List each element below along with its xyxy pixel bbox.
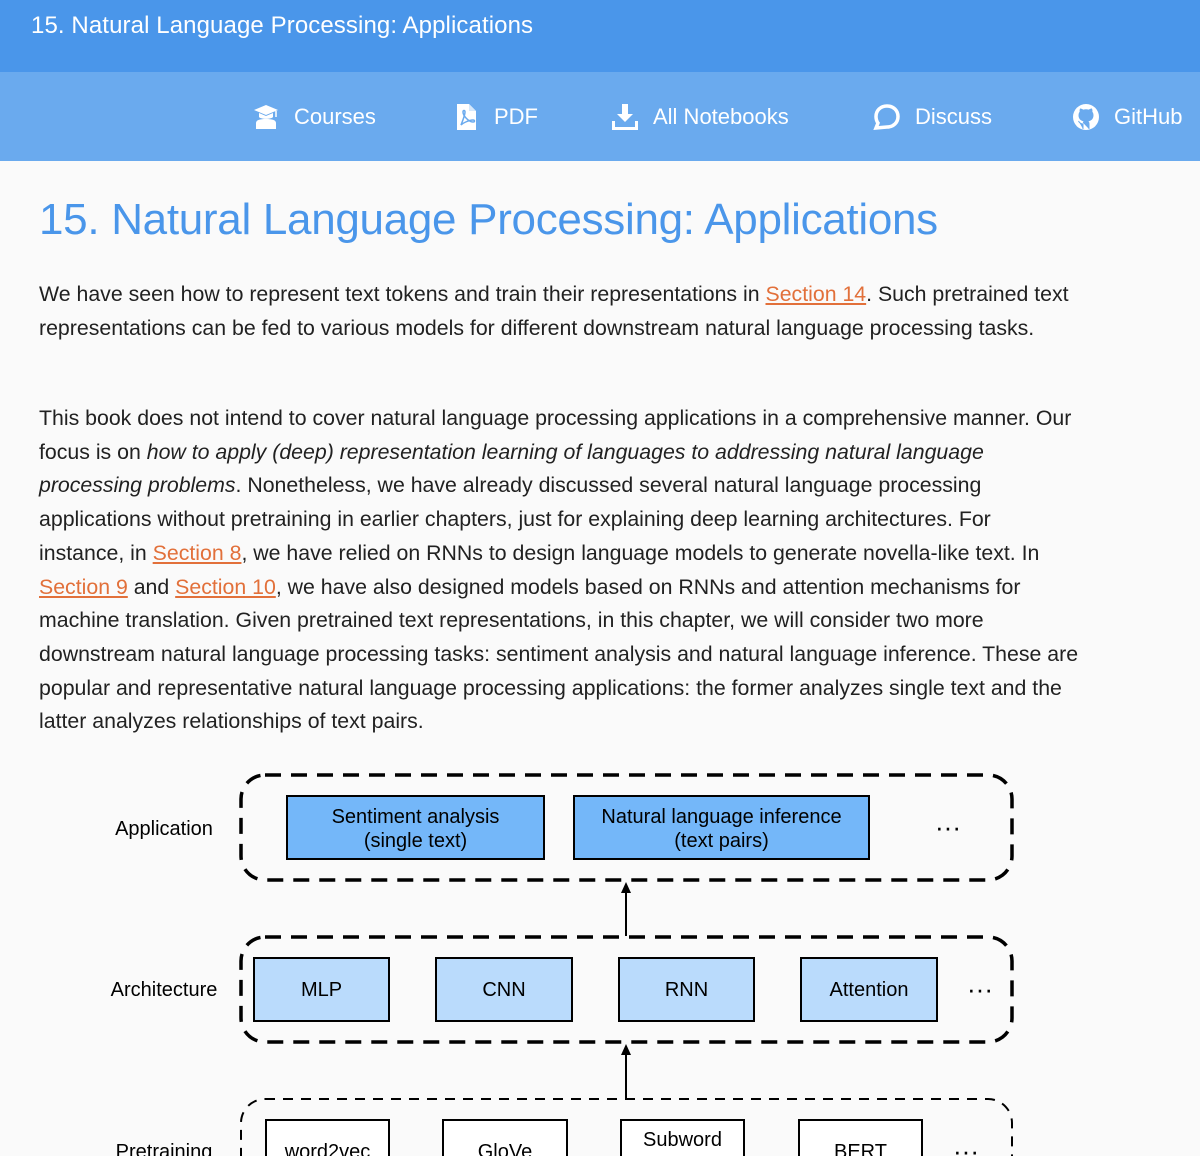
attention-label: Attention	[830, 979, 909, 1001]
nav-pdf-link[interactable]: PDF	[452, 72, 538, 161]
cnn-box	[435, 957, 573, 1022]
arrowhead-pre-to-arch	[621, 1044, 631, 1055]
nli-box	[573, 795, 870, 860]
nav-discuss-link[interactable]: Discuss	[873, 72, 992, 161]
nav-pdf-label: PDF	[494, 103, 538, 129]
bert-box	[798, 1119, 923, 1156]
subword-box	[620, 1119, 745, 1156]
section-10-link[interactable]: Section 10	[175, 575, 276, 599]
p2-text-c: , we have relied on RNNs to design langu…	[241, 540, 1040, 565]
download-icon	[612, 103, 638, 130]
bert-label: BERT	[834, 1141, 887, 1156]
sentiment-analysis-label-1: Sentiment analysis	[332, 806, 500, 828]
intro-paragraph: We have seen how to represent text token…	[39, 278, 1079, 345]
nav-github-link[interactable]: GitHub	[1072, 72, 1182, 161]
mlp-box	[253, 957, 390, 1022]
github-icon	[1073, 103, 1099, 130]
arrowhead-arch-to-app	[621, 882, 631, 893]
row-label-pretraining: Pretraining	[116, 1141, 213, 1156]
sentiment-analysis-box	[286, 795, 545, 860]
mlp-label: MLP	[301, 979, 342, 1001]
row-label-application: Application	[115, 818, 213, 840]
attention-box	[800, 957, 938, 1022]
graduation-cap-icon	[254, 104, 278, 129]
nav-notebooks-label: All Notebooks	[653, 103, 789, 129]
section-14-link[interactable]: Section 14	[766, 282, 867, 306]
nav-notebooks-link[interactable]: All Notebooks	[611, 72, 789, 161]
pdf-file-icon	[457, 103, 476, 130]
application-group-frame	[239, 773, 1014, 882]
sentiment-analysis-label-2: (single text)	[364, 830, 467, 852]
nav-bar: Courses PDF All Notebooks Discuss GitHub	[0, 72, 1200, 161]
nav-discuss-label: Discuss	[915, 103, 993, 129]
word2vec-box	[265, 1119, 390, 1156]
page-title: 15. Natural Language Processing: Applica…	[39, 195, 938, 244]
application-ellipsis: ···	[935, 812, 961, 842]
pretraining-group-frame	[240, 1098, 1013, 1156]
section-8-link[interactable]: Section 8	[153, 541, 242, 565]
glove-box	[442, 1119, 568, 1156]
chat-bubble-icon	[873, 103, 900, 130]
row-label-architecture: Architecture	[111, 979, 218, 1001]
nli-label-1: Natural language inference	[601, 806, 841, 828]
nav-courses-label: Courses	[294, 103, 376, 129]
nav-github-label: GitHub	[1114, 103, 1183, 129]
nli-label-2: (text pairs)	[674, 830, 768, 852]
glove-label: GloVe	[478, 1141, 532, 1156]
rnn-label: RNN	[665, 979, 708, 1001]
scope-paragraph: This book does not intend to cover natur…	[39, 402, 1079, 739]
subword-label: Subword	[643, 1129, 722, 1151]
p2-text-d: and	[127, 574, 176, 599]
p1-text-a: We have seen how to represent text token…	[39, 282, 766, 306]
architecture-group-frame	[239, 935, 1014, 1044]
site-title[interactable]: 15. Natural Language Processing: Applica…	[31, 12, 533, 40]
section-9-link[interactable]: Section 9	[39, 575, 128, 599]
architecture-ellipsis: ···	[967, 974, 993, 1004]
cnn-label: CNN	[482, 979, 525, 1001]
top-bar: 15. Natural Language Processing: Applica…	[0, 0, 1200, 72]
pretraining-ellipsis: ···	[953, 1136, 979, 1156]
word2vec-label: word2vec	[284, 1141, 371, 1156]
rnn-box	[618, 957, 755, 1022]
nav-courses-link[interactable]: Courses	[252, 72, 376, 161]
